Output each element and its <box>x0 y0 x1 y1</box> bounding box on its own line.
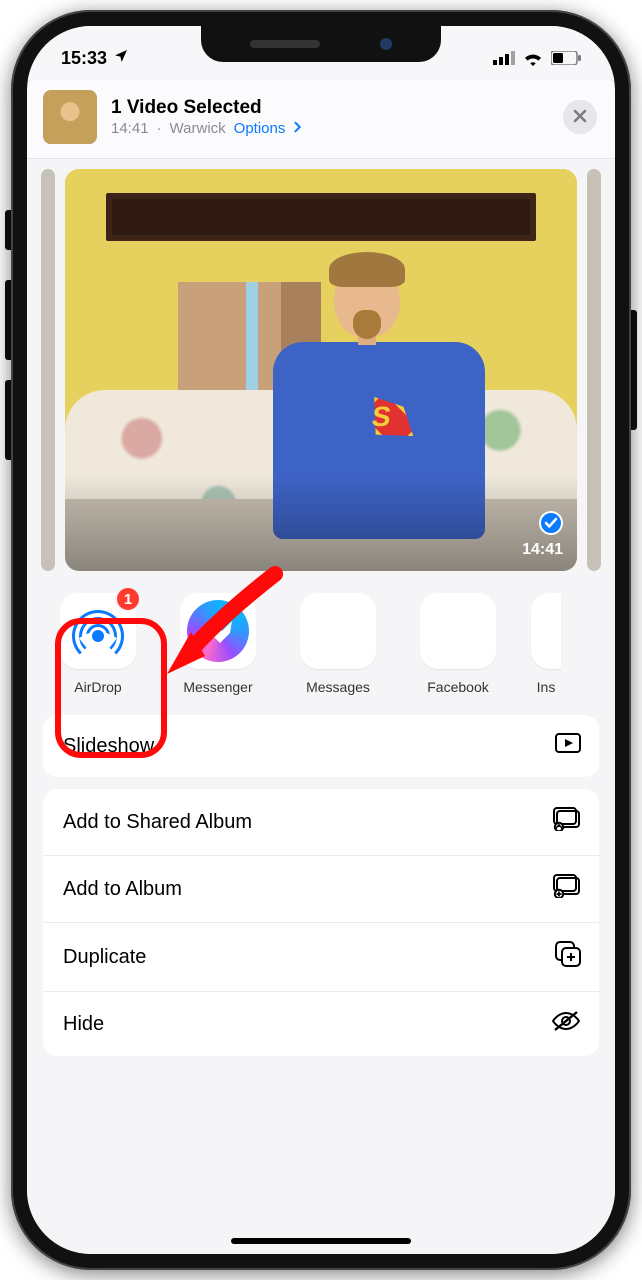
app-label: AirDrop <box>51 679 145 695</box>
action-label: Hide <box>63 1013 104 1036</box>
app-instagram[interactable]: Ins <box>531 593 561 695</box>
app-label: Messages <box>291 679 385 695</box>
preview-carousel[interactable]: S 14:41 <box>27 159 615 579</box>
action-slideshow[interactable]: Slideshow <box>43 715 599 777</box>
app-messenger[interactable]: Messenger <box>171 593 265 695</box>
selection-title: 1 Video Selected <box>111 96 549 120</box>
options-link[interactable]: Options <box>234 120 286 139</box>
phone-frame: 15:33 <box>11 10 631 1270</box>
chevron-right-icon <box>293 120 303 139</box>
app-label: Messenger <box>171 679 265 695</box>
action-label: Add to Shared Album <box>63 811 252 834</box>
side-button <box>5 210 11 250</box>
share-sheet: 1 Video Selected 14:41 · Warwick Options <box>27 76 615 1254</box>
app-airdrop[interactable]: 1 AirDrop <box>51 593 145 695</box>
clock: 15:33 <box>61 48 107 69</box>
preview-card[interactable]: S 14:41 <box>65 169 577 571</box>
battery-icon <box>551 51 581 65</box>
close-button[interactable] <box>563 100 597 134</box>
home-indicator[interactable] <box>231 1238 411 1244</box>
app-messages[interactable]: Messages <box>291 593 385 695</box>
app-label: Facebook <box>411 679 505 695</box>
duplicate-icon <box>555 941 581 973</box>
action-duplicate[interactable]: Duplicate <box>43 922 599 991</box>
app-facebook[interactable]: f Facebook <box>411 593 505 695</box>
action-add-album[interactable]: Add to Album <box>43 855 599 922</box>
location-arrow-icon <box>113 48 129 69</box>
dot-separator: · <box>157 120 162 139</box>
preview-peek-left[interactable] <box>41 169 55 571</box>
selection-location: Warwick <box>170 120 226 139</box>
side-button <box>5 380 11 460</box>
wifi-icon <box>522 50 544 66</box>
action-list: Slideshow Add to Shared Album A <box>27 715 615 1056</box>
add-album-icon <box>553 874 581 904</box>
selection-time: 14:41 <box>111 120 149 139</box>
instagram-icon <box>531 593 561 669</box>
close-icon <box>573 106 587 129</box>
preview-peek-right[interactable] <box>587 169 601 571</box>
action-label: Slideshow <box>63 735 154 758</box>
action-label: Duplicate <box>63 946 146 969</box>
facebook-icon: f <box>420 593 496 669</box>
play-rect-icon <box>555 733 581 759</box>
action-label: Add to Album <box>63 878 182 901</box>
messenger-icon <box>180 593 256 669</box>
cellular-icon <box>493 51 515 65</box>
shared-album-icon <box>553 807 581 837</box>
notch <box>201 26 441 62</box>
selection-thumbnail[interactable] <box>43 90 97 144</box>
selected-check-icon[interactable] <box>539 511 563 535</box>
sheet-header: 1 Video Selected 14:41 · Warwick Options <box>27 76 615 159</box>
side-button <box>631 310 637 430</box>
app-label: Ins <box>531 679 561 695</box>
airdrop-badge: 1 <box>115 586 141 612</box>
side-button <box>5 280 11 360</box>
action-hide[interactable]: Hide <box>43 991 599 1056</box>
share-apps-row[interactable]: 1 AirDrop Messenger Messages <box>27 579 615 715</box>
preview-duration: 14:41 <box>522 541 563 559</box>
action-add-shared-album[interactable]: Add to Shared Album <box>43 789 599 855</box>
hide-icon <box>551 1010 581 1038</box>
messages-icon <box>300 593 376 669</box>
screen: 15:33 <box>27 26 615 1254</box>
